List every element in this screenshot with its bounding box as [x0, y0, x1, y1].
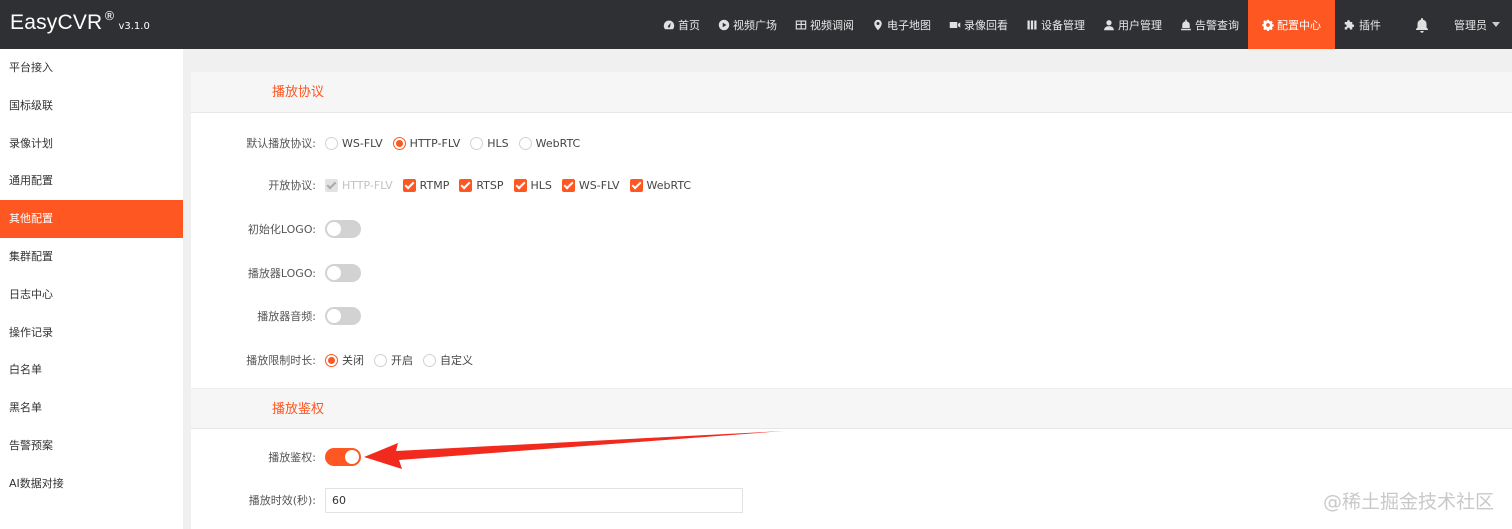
nav-item-label: 用户管理 [1118, 18, 1162, 32]
play-auth-label: 播放鉴权: [268, 451, 316, 464]
radio-limit-off[interactable]: 关闭 [325, 352, 364, 368]
player-audio-switch[interactable] [325, 307, 361, 325]
map-pin-icon [874, 19, 882, 30]
brand-logo[interactable]: EasyCVR ® v3.1.0 [10, 9, 150, 35]
play-limit-row: 播放限制时长: 关闭 开启 自定义 [191, 350, 483, 370]
section-title-play-protocol: 播放协议 [191, 72, 1512, 113]
radio-hls[interactable]: HLS [470, 136, 509, 150]
user-icon [1104, 19, 1114, 30]
user-menu[interactable]: 管理员 [1448, 0, 1512, 49]
chevron-down-icon [1492, 22, 1500, 27]
nav-item-label: 设备管理 [1041, 18, 1085, 32]
top-navigation-bar: EasyCVR ® v3.1.0 首页 视频广场 视频调阅 电子地图 录像回看 … [0, 0, 1512, 49]
section-title-play-auth: 播放鉴权 [191, 388, 1512, 429]
sidebar-item-gb-cascade[interactable]: 国标级联 [0, 87, 183, 125]
sidebar-item-cluster-config[interactable]: 集群配置 [0, 238, 183, 276]
bell-icon [1416, 17, 1428, 33]
play-validity-label: 播放时效(秒): [248, 494, 316, 507]
nav-item-label: 首页 [678, 18, 700, 32]
default-protocol-row: 默认播放协议: WS-FLV HTTP-FLV HLS WebRTC [191, 133, 590, 153]
open-protocols-label: 开放协议: [268, 179, 316, 192]
nav-item-device-management[interactable]: 设备管理 [1017, 0, 1094, 49]
player-logo-switch[interactable] [325, 264, 361, 282]
nav-item-label: 配置中心 [1277, 18, 1321, 32]
radio-webrtc[interactable]: WebRTC [518, 136, 580, 150]
player-audio-row: 播放器音频: [191, 306, 361, 326]
play-auth-row: 播放鉴权: [191, 447, 361, 467]
checkbox-hls[interactable]: HLS [513, 178, 552, 192]
nav-item-video-square[interactable]: 视频广场 [709, 0, 786, 49]
checkbox-rtmp[interactable]: RTMP [402, 178, 449, 192]
radio-http-flv[interactable]: HTTP-FLV [392, 136, 460, 150]
notifications-button[interactable] [1390, 0, 1448, 49]
brand-registered-mark: ® [103, 9, 116, 23]
radio-limit-custom[interactable]: 自定义 [423, 352, 473, 368]
puzzle-icon [1344, 19, 1355, 29]
sidebar: 平台接入 国标级联 录像计划 通用配置 其他配置 集群配置 日志中心 操作记录 … [0, 49, 183, 529]
nav-item-playback[interactable]: 录像回看 [940, 0, 1017, 49]
player-audio-label: 播放器音频: [257, 310, 316, 323]
checkbox-http-flv: HTTP-FLV [325, 178, 393, 192]
sidebar-item-platform-access[interactable]: 平台接入 [0, 49, 183, 87]
grid-icon [795, 20, 807, 29]
sidebar-item-general-config[interactable]: 通用配置 [0, 162, 183, 200]
dashboard-icon [663, 20, 675, 29]
play-limit-label: 播放限制时长: [246, 354, 316, 367]
checkbox-rtsp[interactable]: RTSP [459, 178, 504, 192]
watermark: @稀土掘金技术社区 [1322, 491, 1494, 513]
nav-item-label: 视频广场 [733, 18, 777, 32]
nav-item-label: 视频调阅 [810, 18, 854, 32]
alarm-icon [1181, 19, 1191, 30]
nav-item-label: 告警查询 [1195, 18, 1239, 32]
open-protocols-row: 开放协议: HTTP-FLV RTMP RTSP HLS WS-FLV WebR… [191, 175, 701, 195]
sidebar-item-log-center[interactable]: 日志中心 [0, 276, 183, 314]
sidebar-item-blacklist[interactable]: 黑名单 [0, 389, 183, 427]
checkbox-ws-flv[interactable]: WS-FLV [561, 178, 620, 192]
brand-name: EasyCVR [10, 11, 103, 34]
nav-item-home[interactable]: 首页 [654, 0, 709, 49]
sidebar-item-alarm-plan[interactable]: 告警预案 [0, 427, 183, 465]
player-logo-label: 播放器LOGO: [247, 267, 316, 280]
nav-item-alarm-query[interactable]: 告警查询 [1171, 0, 1248, 49]
radio-ws-flv[interactable]: WS-FLV [325, 136, 383, 150]
sidebar-item-ai-data[interactable]: AI数据对接 [0, 465, 183, 503]
nav-item-label: 插件 [1359, 18, 1381, 32]
brand-version: v3.1.0 [118, 21, 150, 32]
default-protocol-label: 默认播放协议: [246, 137, 316, 150]
checkbox-webrtc[interactable]: WebRTC [629, 178, 691, 192]
sidebar-item-whitelist[interactable]: 白名单 [0, 351, 183, 389]
main-nav: 首页 视频广场 视频调阅 电子地图 录像回看 设备管理 用户管理 告警查询 配置… [654, 0, 1512, 49]
play-validity-row: 播放时效(秒): [191, 487, 743, 513]
play-validity-input[interactable] [325, 487, 743, 513]
gear-icon [1262, 19, 1274, 31]
play-auth-switch[interactable] [325, 448, 361, 466]
init-logo-switch[interactable] [325, 220, 361, 238]
user-menu-label: 管理员 [1454, 18, 1487, 32]
device-icon [1027, 20, 1037, 29]
nav-item-config-center[interactable]: 配置中心 [1248, 0, 1335, 49]
nav-item-video-review[interactable]: 视频调阅 [786, 0, 863, 49]
radio-limit-on[interactable]: 开启 [374, 352, 413, 368]
nav-item-label: 电子地图 [887, 18, 931, 32]
init-logo-row: 初始化LOGO: [191, 219, 361, 239]
nav-item-map[interactable]: 电子地图 [863, 0, 940, 49]
annotation-arrow-icon [364, 431, 784, 469]
sidebar-item-operation-records[interactable]: 操作记录 [0, 314, 183, 352]
nav-item-user-management[interactable]: 用户管理 [1094, 0, 1171, 49]
init-logo-label: 初始化LOGO: [247, 223, 316, 236]
sidebar-item-recording-plan[interactable]: 录像计划 [0, 125, 183, 163]
sidebar-item-other-config[interactable]: 其他配置 [0, 200, 183, 238]
video-camera-icon [949, 21, 961, 28]
player-logo-row: 播放器LOGO: [191, 263, 361, 283]
play-circle-icon [718, 19, 730, 30]
nav-item-label: 录像回看 [964, 18, 1008, 32]
nav-item-plugins[interactable]: 插件 [1335, 0, 1390, 49]
